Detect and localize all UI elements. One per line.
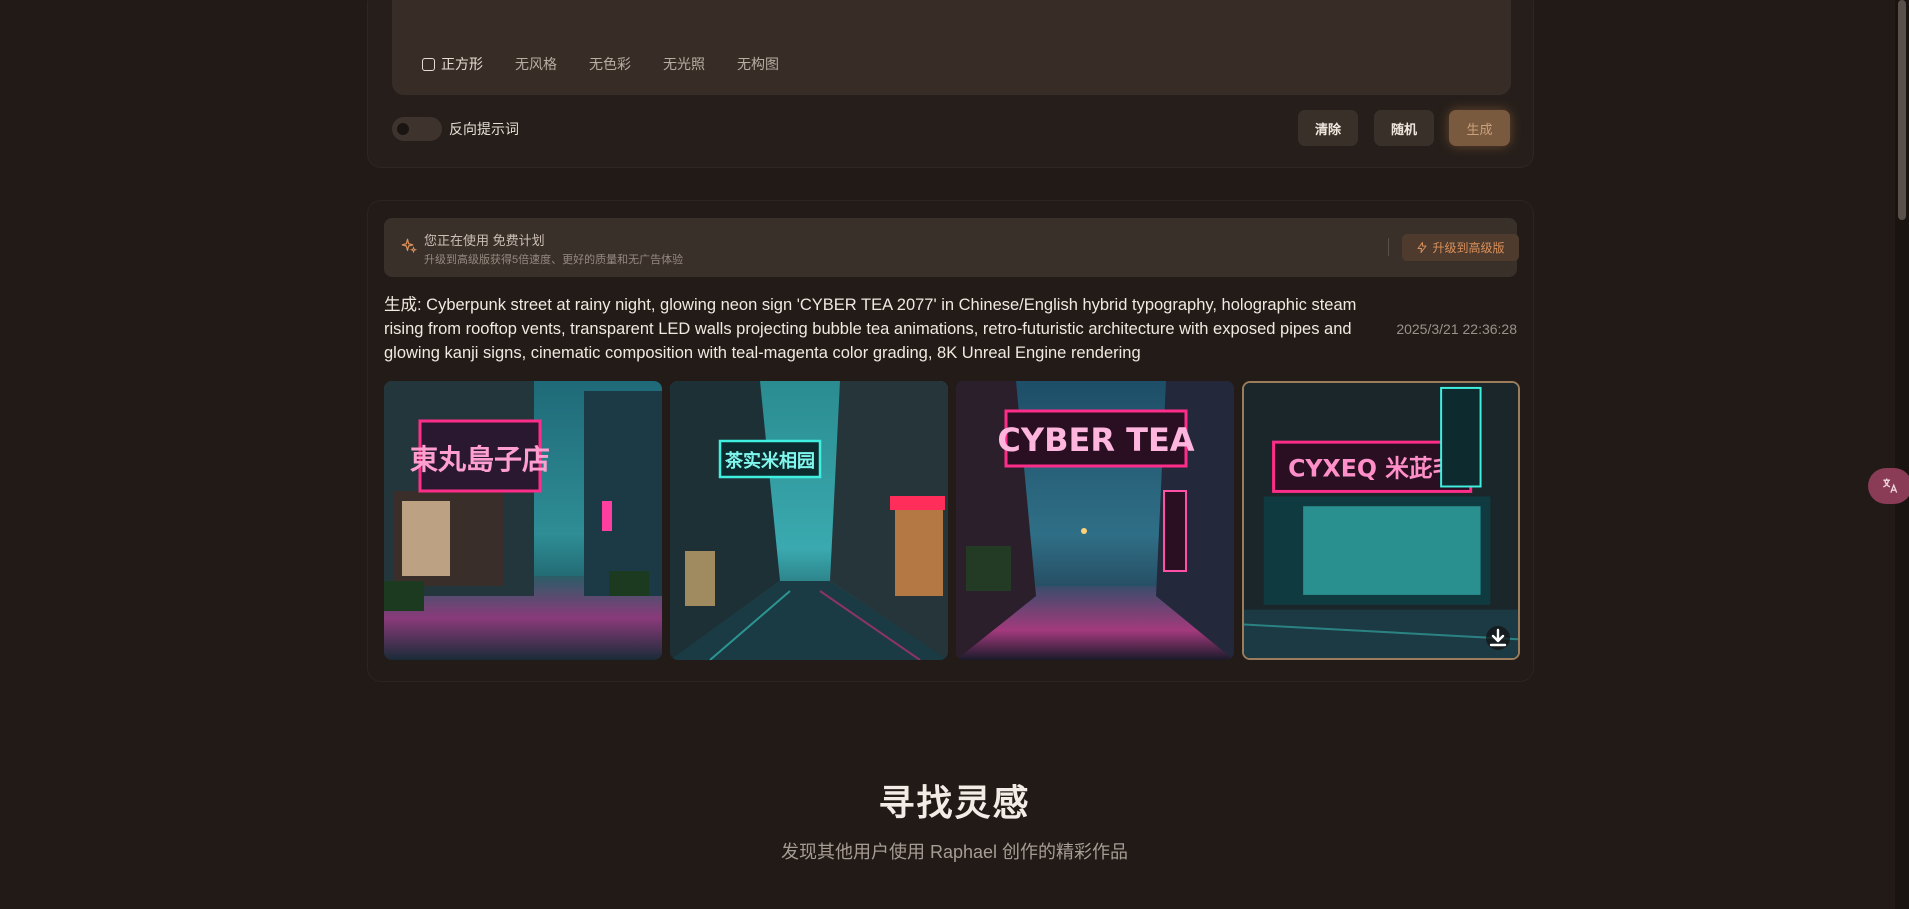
sparkle-icon	[401, 238, 418, 254]
chip-label: 无光照	[663, 56, 705, 72]
image-1-sign: 東丸島子店	[410, 443, 550, 476]
upgrade-button[interactable]: 升级到高级版	[1402, 234, 1519, 261]
toggle-knob	[397, 123, 409, 135]
chip-square[interactable]: 正方形	[422, 54, 483, 74]
negative-prompt-toggle[interactable]	[392, 117, 442, 141]
prompt-panel: 正方形 无风格 无色彩 无光照 无构图 反向提示词 清除 随机 生成	[367, 0, 1534, 168]
checkbox-icon[interactable]	[422, 57, 435, 71]
clear-button[interactable]: 清除	[1298, 110, 1358, 146]
generated-images: 東丸島子店 茶实米相园 CYBER TEA CYXEQ 米茈毛	[384, 381, 1520, 660]
generate-button[interactable]: 生成	[1449, 110, 1510, 146]
generation-prompt-text: 生成: Cyberpunk street at rainy night, glo…	[384, 296, 1357, 362]
free-plan-banner: 您正在使用 免费计划 升级到高级版获得5倍速度、更好的质量和无广告体验 升级到高…	[384, 218, 1519, 277]
style-chips: 正方形 无风格 无色彩 无光照 无构图	[422, 54, 811, 74]
chip-label: 正方形	[441, 56, 483, 72]
divider	[1388, 238, 1389, 256]
generated-image-1[interactable]: 東丸島子店	[384, 381, 662, 660]
download-glyph	[1489, 628, 1507, 647]
inspiration-subtitle: 发现其他用户使用 Raphael 创作的精彩作品	[780, 842, 1129, 862]
lightning-icon	[1417, 242, 1427, 253]
plan-subtitle: 升级到高级版获得5倍速度、更好的质量和无广告体验	[424, 254, 684, 266]
generated-image-2[interactable]: 茶实米相园	[670, 381, 948, 660]
plan-title: 您正在使用 免费计划	[424, 233, 545, 248]
image-2-sign: 茶实米相园	[725, 450, 815, 472]
generated-image-4[interactable]: CYXEQ 米茈毛	[1242, 381, 1520, 660]
page-scrollbar[interactable]	[1895, 0, 1909, 909]
result-card: 您正在使用 免费计划 升级到高级版获得5倍速度、更好的质量和无广告体验 升级到高…	[367, 200, 1534, 682]
translate-glyph	[1883, 478, 1898, 493]
prompt-textarea[interactable]: 正方形 无风格 无色彩 无光照 无构图	[392, 0, 1511, 95]
chip-label: 无构图	[737, 56, 779, 72]
chip-no-lighting[interactable]: 无光照	[663, 54, 705, 74]
scrollbar-thumb[interactable]	[1898, 0, 1906, 220]
image-1-art: 東丸島子店	[384, 381, 662, 660]
image-4-sign: CYXEQ 米茈毛	[1288, 455, 1456, 483]
generated-image-3[interactable]: CYBER TEA	[956, 381, 1234, 660]
generation-timestamp: 2025/3/21 22:36:28	[1396, 321, 1517, 337]
image-3-art: CYBER TEA	[956, 381, 1234, 660]
random-button[interactable]: 随机	[1374, 110, 1434, 146]
download-icon[interactable]	[1486, 626, 1510, 650]
translate-icon[interactable]	[1868, 468, 1909, 504]
upgrade-label: 升级到高级版	[1432, 241, 1505, 255]
negative-prompt-label: 反向提示词	[449, 121, 519, 137]
chip-no-composition[interactable]: 无构图	[737, 54, 779, 74]
image-4-art: CYXEQ 米茈毛	[1244, 383, 1518, 658]
chip-label: 无色彩	[589, 56, 631, 72]
image-3-sign: CYBER TEA	[997, 421, 1194, 459]
chip-label: 无风格	[515, 56, 557, 72]
image-2-art: 茶实米相园	[670, 381, 948, 660]
inspiration-title: 寻找灵感	[878, 782, 1031, 824]
chip-no-color[interactable]: 无色彩	[589, 54, 631, 74]
chip-no-style[interactable]: 无风格	[515, 54, 557, 74]
